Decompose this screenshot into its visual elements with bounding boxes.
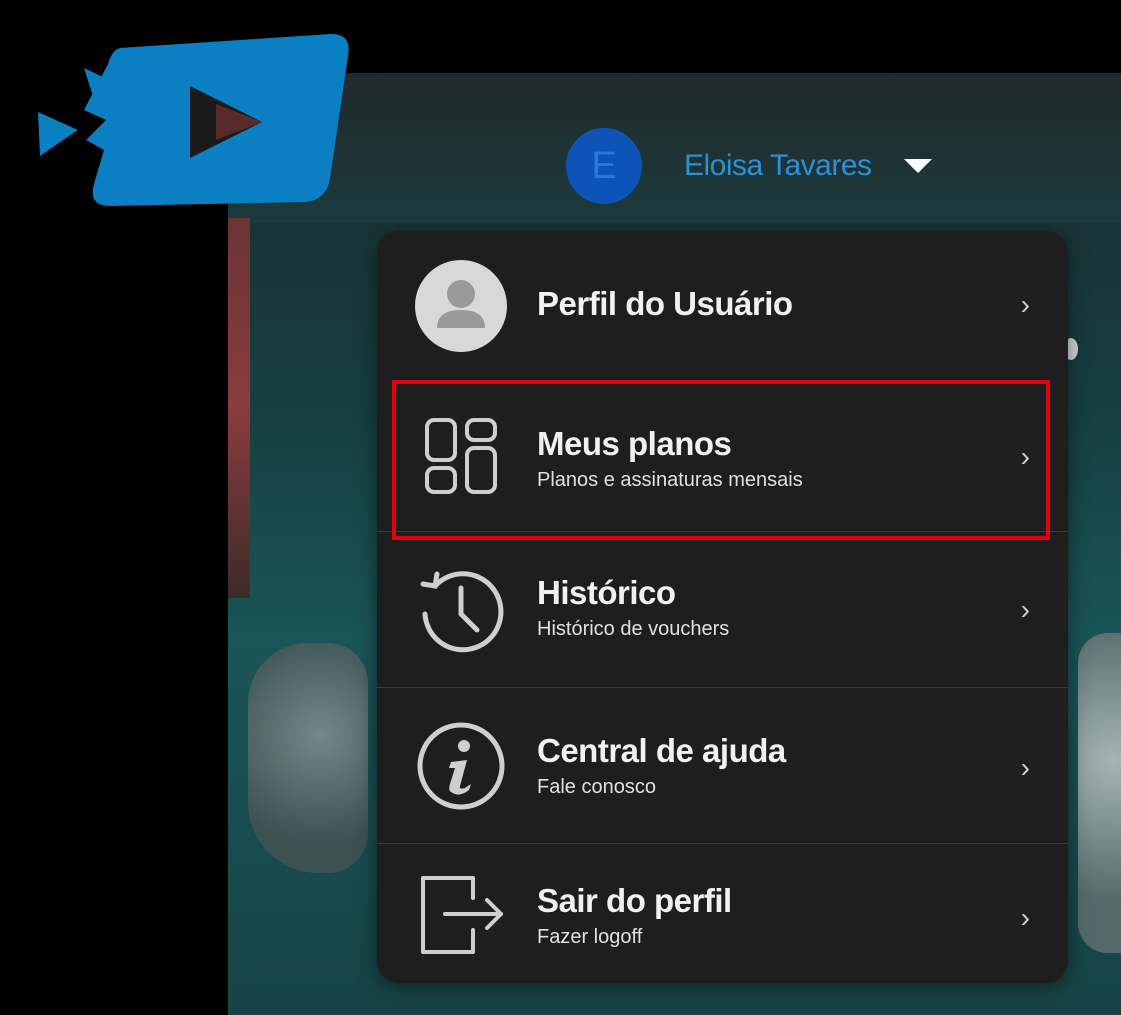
- history-clock-icon: [415, 564, 507, 656]
- menu-item-title: Perfil do Usuário: [537, 285, 793, 322]
- banner-image-ear: [248, 643, 368, 873]
- menu-item-title: Histórico: [537, 574, 676, 611]
- caret-down-icon[interactable]: [903, 159, 932, 173]
- plans-grid-icon: [415, 410, 507, 502]
- menu-item-subtitle: Fale conosco: [537, 776, 656, 798]
- user-name[interactable]: Eloisa Tavares: [684, 149, 872, 183]
- user-avatar-icon: [415, 260, 507, 352]
- menu-item-plans[interactable]: Meus planos Planos e assinaturas mensais…: [377, 381, 1068, 531]
- menu-item-subtitle: Histórico de vouchers: [537, 618, 730, 640]
- menu-item-title: Central de ajuda: [537, 732, 786, 769]
- info-icon: [415, 720, 507, 812]
- chevron-right-icon: ›: [1020, 594, 1030, 625]
- menu-item-subtitle: Fazer logoff: [537, 926, 643, 948]
- chevron-right-icon: ›: [1020, 441, 1030, 472]
- chevron-right-icon: ›: [1020, 289, 1030, 320]
- menu-item-title: Meus planos: [537, 425, 732, 462]
- chevron-right-icon: ›: [1020, 902, 1030, 933]
- menu-item-history[interactable]: Histórico Histórico de vouchers ›: [377, 532, 1068, 687]
- menu-item-logout[interactable]: Sair do perfil Fazer logoff ›: [377, 844, 1068, 983]
- app-logo[interactable]: [0, 0, 360, 220]
- menu-item-title: Sair do perfil: [537, 882, 732, 919]
- user-menu-trigger[interactable]: E Eloisa Tavares: [566, 128, 932, 204]
- logout-icon: [415, 868, 507, 960]
- user-avatar[interactable]: E: [566, 128, 642, 204]
- play-logo-icon: [38, 33, 349, 207]
- banner-accent: [228, 218, 250, 598]
- banner-image-right: [1078, 633, 1121, 953]
- menu-item-help[interactable]: Central de ajuda Fale conosco ›: [377, 688, 1068, 843]
- menu-item-profile[interactable]: Perfil do Usuário ›: [377, 231, 1068, 381]
- menu-item-subtitle: Planos e assinaturas mensais: [537, 469, 803, 491]
- user-dropdown-menu: Perfil do Usuário › Meus planos Planos e…: [377, 231, 1068, 983]
- chevron-right-icon: ›: [1020, 752, 1030, 783]
